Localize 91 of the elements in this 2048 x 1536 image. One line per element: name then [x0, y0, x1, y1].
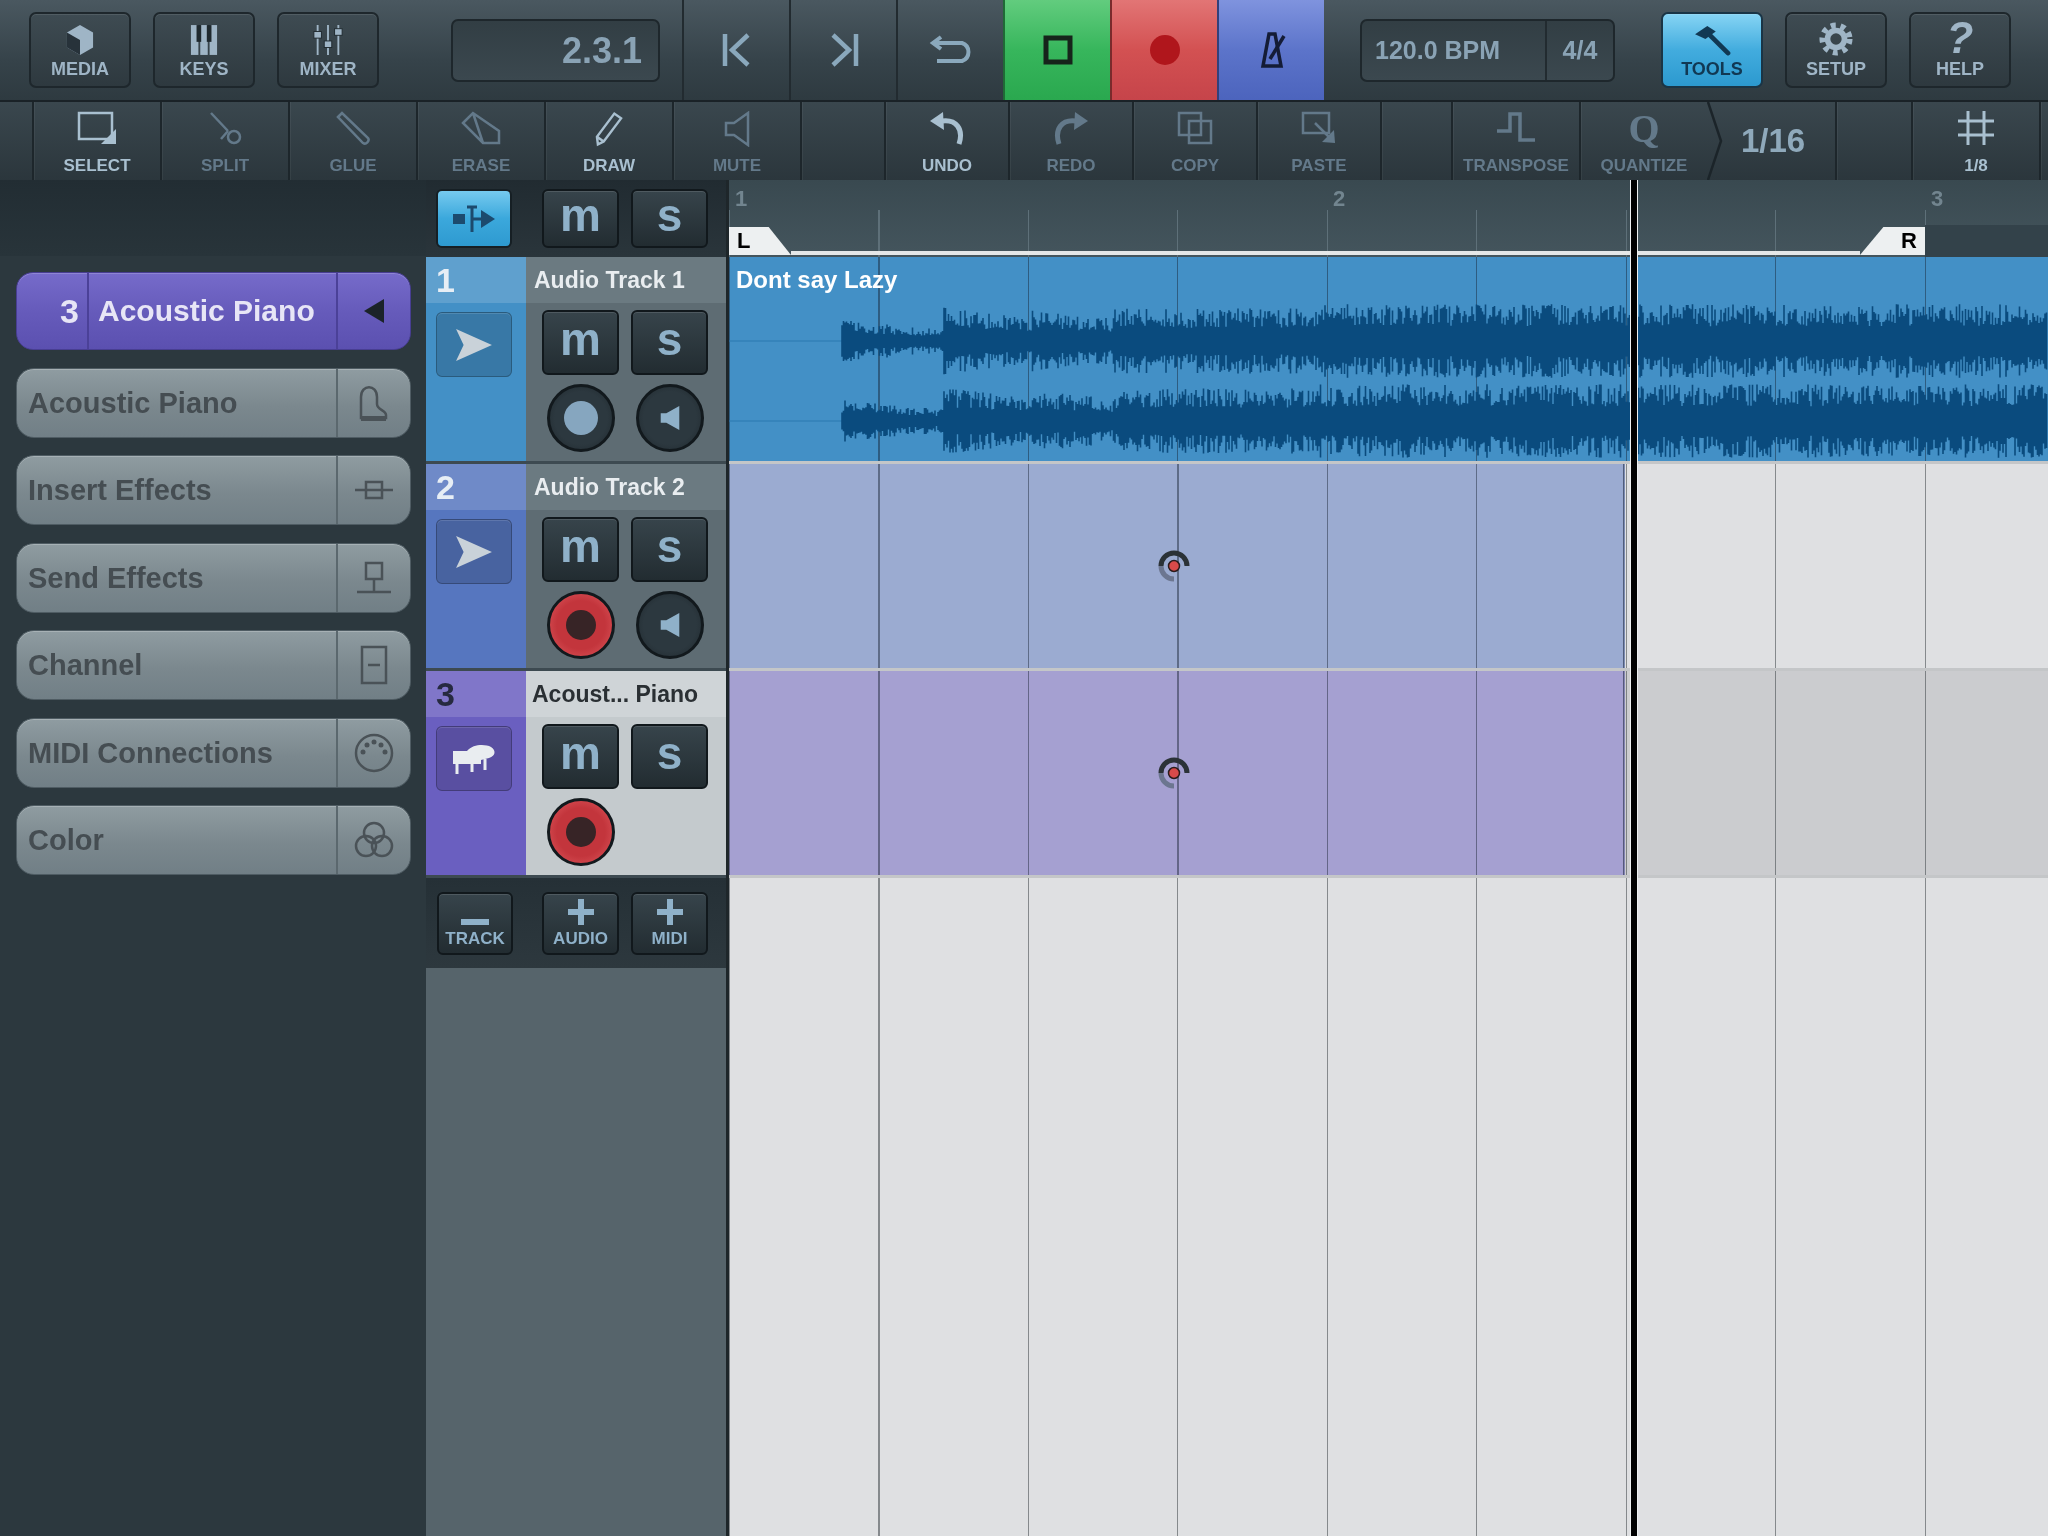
settings-icon	[1819, 22, 1853, 56]
overlapping-circles-icon	[354, 821, 394, 859]
plus-icon	[567, 898, 594, 925]
faders-icon	[312, 24, 344, 56]
position-display[interactable]: 2.3.1	[451, 18, 660, 82]
track-title: Acoust... Piano	[526, 671, 726, 717]
copy-icon	[1177, 111, 1213, 145]
left-locator[interactable]: L	[729, 227, 791, 255]
setup-button[interactable]: SETUP	[1785, 12, 1887, 88]
track-mute-toggle[interactable]: m	[542, 517, 619, 582]
speaker-icon	[658, 405, 681, 431]
audio-event[interactable]: Dont say Lazy	[729, 257, 2048, 461]
record-dot-icon	[563, 401, 598, 435]
track-mute-toggle[interactable]: m	[542, 310, 619, 375]
add-audio-track-button[interactable]: AUDIO	[542, 891, 619, 955]
record-icon	[1148, 34, 1181, 66]
redo-icon	[1053, 111, 1089, 145]
inspector-header[interactable]: 3 Acoustic Piano	[16, 272, 411, 350]
track-name: Acoustic Piano	[97, 293, 316, 329]
track-number: 1	[426, 257, 526, 303]
play-triangle-icon	[455, 327, 493, 362]
track-type-button[interactable]	[436, 312, 512, 377]
right-locator[interactable]: R	[1860, 227, 1925, 255]
bar-number: 2	[1332, 186, 1346, 212]
minus-icon	[461, 918, 489, 925]
speaker-icon	[658, 612, 681, 638]
track-title: Audio Track 1	[526, 257, 726, 303]
timeline-ruler[interactable]: 1 2 3 L R	[729, 180, 2048, 257]
channel-strip-icon	[360, 645, 388, 685]
track-header[interactable]: 1 Audio Track 1 m s	[426, 257, 726, 464]
bar-arrow-icon	[452, 203, 496, 234]
selection-rectangle-icon	[77, 111, 117, 145]
undo-icon	[929, 111, 965, 145]
track-solo-toggle[interactable]: s	[631, 724, 708, 789]
skip-back-icon	[721, 32, 752, 68]
midi-connector-icon	[354, 732, 394, 773]
record-dot-icon	[565, 610, 596, 640]
grid-icon	[1958, 111, 1994, 145]
quantize-value-button[interactable]: 1/16	[1707, 102, 1835, 180]
track-type-button[interactable]	[436, 726, 512, 791]
track-type-button[interactable]	[436, 519, 512, 584]
mixer-button[interactable]: MIXER	[277, 12, 379, 88]
help-button[interactable]: ? HELP	[1909, 12, 2011, 88]
left-triangle-icon	[363, 298, 385, 324]
playhead[interactable]	[1630, 180, 1638, 1536]
insert-effect-icon	[354, 480, 394, 500]
grand-piano-icon	[451, 742, 497, 775]
eraser-icon	[461, 111, 501, 145]
tempo-value: 120.0 BPM	[1362, 20, 1547, 80]
tools-button[interactable]: TOOLS	[1661, 12, 1763, 88]
event-name: Dont say Lazy	[735, 265, 899, 295]
hammer-icon	[1693, 24, 1731, 56]
keys-button[interactable]: KEYS	[153, 12, 255, 88]
loop-arrow-icon	[928, 35, 973, 65]
step-line-icon	[1496, 111, 1536, 143]
track-mute-toggle[interactable]: m	[542, 724, 619, 789]
record-spinner-icon	[1158, 550, 1190, 582]
mute-all-button[interactable]: m	[542, 189, 619, 248]
pencil-icon	[595, 111, 623, 147]
play-triangle-icon	[455, 534, 493, 569]
speaker-icon	[724, 111, 750, 147]
bar-number: 3	[1930, 186, 1944, 212]
scissors-icon	[208, 111, 242, 145]
track-solo-toggle[interactable]: s	[631, 517, 708, 582]
metronome-button[interactable]	[1217, 0, 1324, 100]
track-solo-toggle[interactable]: s	[631, 310, 708, 375]
paste-icon	[1301, 111, 1337, 145]
record-dot-icon	[565, 817, 596, 847]
glue-tube-icon	[336, 111, 370, 145]
track-number: 2	[426, 464, 526, 510]
track-width-button[interactable]	[436, 189, 512, 248]
track-header[interactable]: 3 Acoust... Piano m s	[426, 671, 726, 878]
plus-icon	[656, 898, 683, 925]
bar-number: 1	[734, 186, 748, 212]
solo-all-button[interactable]: s	[631, 189, 708, 248]
record-spinner-icon	[1158, 757, 1190, 789]
track-header[interactable]: 2 Audio Track 2 m s	[426, 464, 726, 671]
remove-track-button[interactable]: TRACK	[437, 891, 513, 955]
play-stop-button[interactable]	[1003, 0, 1110, 100]
stop-icon	[1042, 35, 1073, 65]
cube-icon	[66, 24, 94, 56]
piano-keys-icon	[190, 24, 218, 56]
send-effect-icon	[356, 560, 392, 595]
track-title: Audio Track 2	[526, 464, 726, 510]
time-signature: 4/4	[1561, 34, 1599, 66]
media-button[interactable]: MEDIA	[29, 12, 131, 88]
track-number: 3	[426, 671, 526, 717]
add-midi-track-button[interactable]: MIDI	[631, 891, 708, 955]
grand-piano-icon	[359, 383, 389, 422]
track-number: 3	[17, 273, 89, 349]
tempo-display[interactable]: 120.0 BPM 4/4	[1360, 18, 1615, 82]
